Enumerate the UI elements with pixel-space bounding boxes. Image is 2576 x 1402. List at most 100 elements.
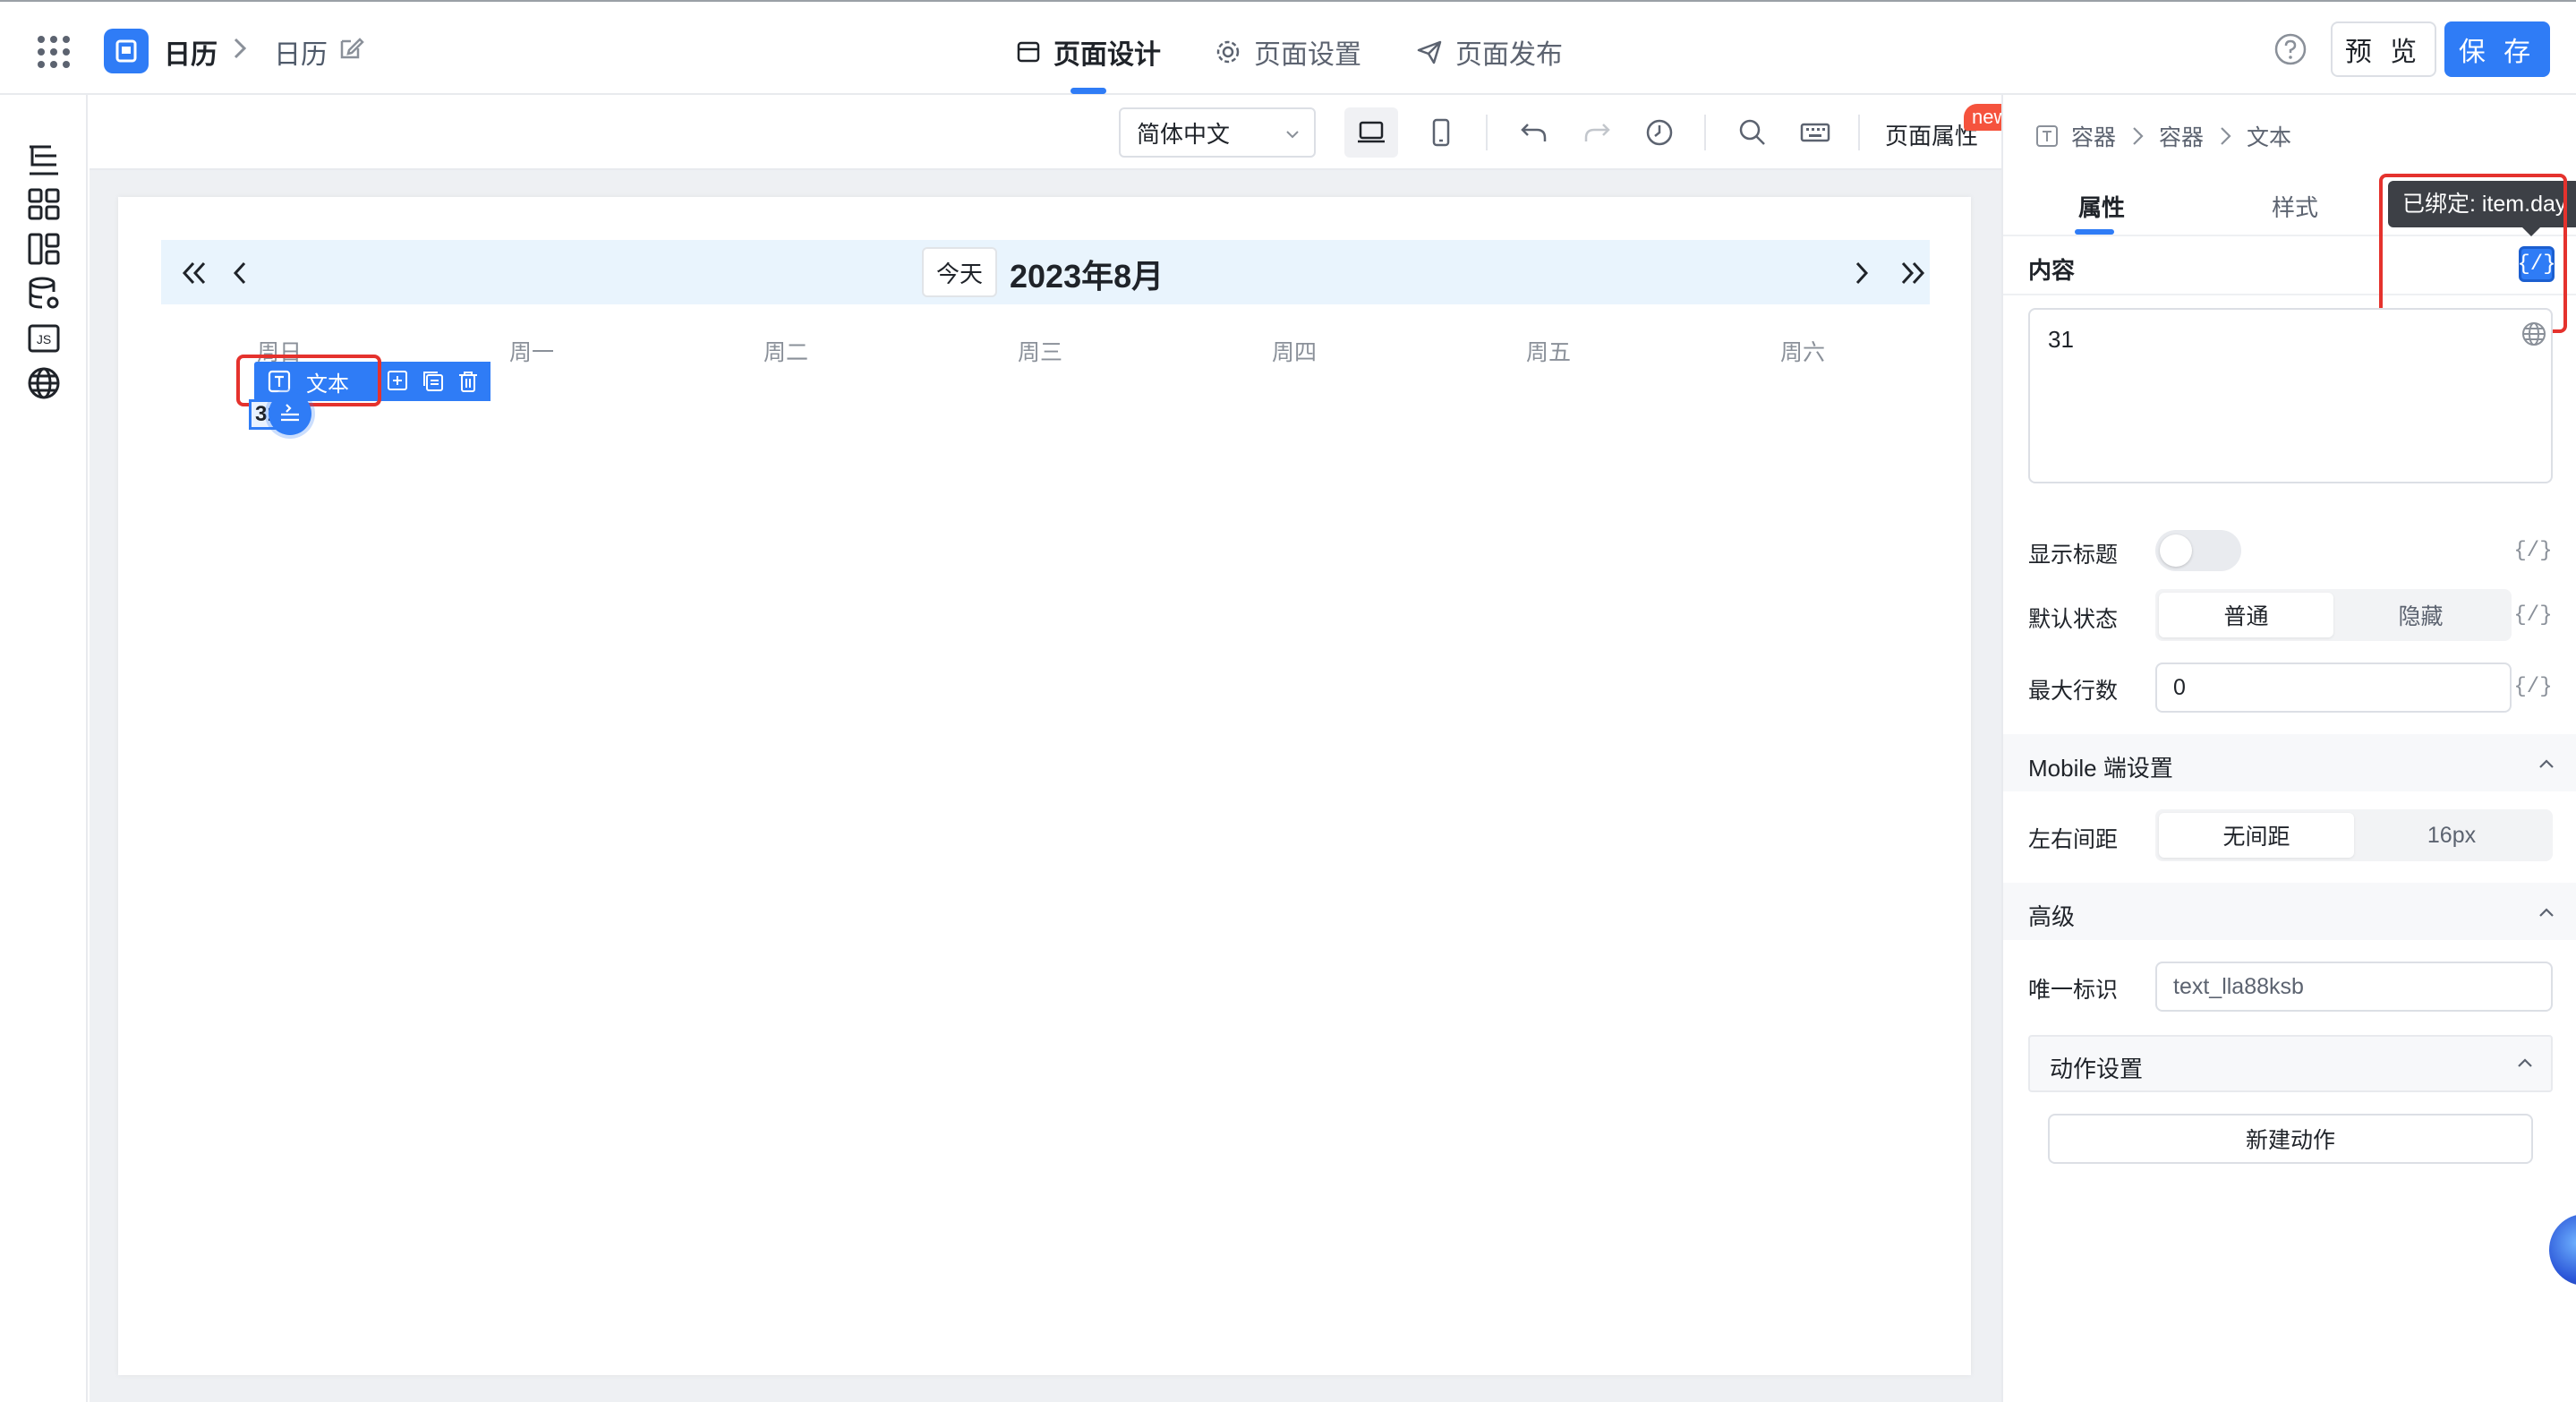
drag-handle-icon[interactable] bbox=[269, 392, 311, 435]
advanced-section-header[interactable]: 高级 bbox=[2003, 883, 2576, 940]
new-action-button[interactable]: 新建动作 bbox=[2048, 1114, 2533, 1164]
unique-id-input[interactable] bbox=[2155, 962, 2553, 1012]
padding-option-16px[interactable]: 16px bbox=[2354, 813, 2549, 858]
next-month-icon[interactable] bbox=[1853, 260, 1871, 286]
copy-component-icon[interactable] bbox=[419, 367, 448, 396]
redo-icon[interactable] bbox=[1570, 107, 1624, 158]
properties-panel: 容器 容器 文本 属性 样式 已绑定: item.day 内容 {/} 31 显… bbox=[2001, 95, 2576, 1402]
send-icon bbox=[1417, 40, 1442, 64]
chevron-up-icon[interactable] bbox=[2515, 1053, 2535, 1073]
tab-page-design[interactable]: 页面设计 bbox=[1016, 32, 1161, 72]
ai-assistant-icon[interactable] bbox=[2549, 1214, 2576, 1286]
chevron-right-icon bbox=[2221, 127, 2231, 145]
breadcrumb-item[interactable]: 容器 bbox=[2159, 120, 2204, 152]
unique-id-label: 唯一标识 bbox=[2028, 978, 2119, 1003]
javascript-icon[interactable]: JS bbox=[24, 319, 64, 358]
history-clock-icon[interactable] bbox=[1633, 107, 1686, 158]
language-select-value: 简体中文 bbox=[1137, 120, 1231, 148]
binding-tooltip: 已绑定: item.day bbox=[2388, 181, 2576, 236]
today-button[interactable]: 今天 bbox=[922, 247, 997, 297]
desktop-view-icon[interactable] bbox=[1344, 107, 1398, 158]
chevron-up-icon[interactable] bbox=[2537, 754, 2556, 774]
weekday-header: 周二 bbox=[763, 340, 808, 365]
weekday-header: 周六 bbox=[1779, 340, 1825, 365]
max-lines-label: 最大行数 bbox=[2028, 679, 2119, 704]
toolbar-divider bbox=[1704, 115, 1706, 150]
tab-page-settings[interactable]: 页面设置 bbox=[1215, 32, 1361, 72]
next-year-icon[interactable] bbox=[1898, 260, 1928, 286]
help-icon[interactable] bbox=[2273, 32, 2307, 66]
tab-properties[interactable]: 属性 bbox=[2078, 190, 2125, 223]
design-canvas[interactable]: 今天 2023年8月 周日 周一 周二 周三 周四 周五 周六 文本 31 bbox=[118, 197, 1971, 1375]
calendar-header: 今天 2023年8月 bbox=[161, 240, 1930, 304]
show-title-bind-button[interactable]: {/} bbox=[2513, 533, 2552, 568]
active-tab-indicator bbox=[2075, 229, 2114, 235]
tab-page-publish[interactable]: 页面发布 bbox=[1416, 32, 1563, 72]
search-icon[interactable] bbox=[1726, 107, 1779, 158]
page-layout-icon bbox=[1017, 41, 1040, 63]
keyboard-icon[interactable] bbox=[1788, 107, 1842, 158]
calendar-month-title: 2023年8月 bbox=[1010, 258, 1164, 295]
mobile-section-header[interactable]: Mobile 端设置 bbox=[2003, 734, 2576, 791]
prev-year-icon[interactable] bbox=[179, 260, 209, 286]
content-bind-button[interactable]: {/} bbox=[2517, 246, 2556, 282]
default-state-bind-button[interactable]: {/} bbox=[2513, 597, 2552, 633]
top-header: 日历 日历 页面设计 页面设置 页面发布 预 览 保 存 bbox=[0, 0, 2576, 95]
chevron-down-icon bbox=[1284, 125, 1301, 143]
canvas-toolbar: 简体中文 页面属性 new bbox=[90, 95, 2017, 170]
text-component-icon bbox=[268, 370, 291, 393]
show-title-label: 显示标题 bbox=[2028, 543, 2119, 568]
default-state-label: 默认状态 bbox=[2028, 607, 2119, 632]
content-section-title: 内容 bbox=[2028, 257, 2076, 284]
mobile-padding-segmented: 无间距 16px bbox=[2155, 809, 2553, 861]
breadcrumb-item[interactable]: 容器 bbox=[2071, 120, 2116, 152]
breadcrumb-app-name[interactable]: 日历 bbox=[164, 32, 218, 72]
component-action-bar bbox=[376, 362, 490, 401]
content-text-area[interactable]: 31 bbox=[2028, 308, 2553, 483]
app-grid-icon[interactable] bbox=[36, 34, 72, 70]
chevron-up-icon[interactable] bbox=[2537, 902, 2556, 922]
breadcrumb-item[interactable]: 文本 bbox=[2247, 120, 2291, 152]
outline-tree-icon[interactable] bbox=[24, 140, 64, 179]
max-lines-bind-button[interactable]: {/} bbox=[2513, 669, 2552, 705]
tab-page-settings-label: 页面设置 bbox=[1254, 40, 1361, 70]
weekday-header: 周三 bbox=[1017, 340, 1062, 365]
toolbar-divider bbox=[1858, 115, 1860, 150]
mobile-section-title: Mobile 端设置 bbox=[2028, 755, 2173, 782]
padding-label: 左右间距 bbox=[2028, 827, 2119, 852]
advanced-section-title: 高级 bbox=[2028, 903, 2076, 930]
globe-icon[interactable] bbox=[24, 363, 64, 403]
i18n-globe-icon[interactable] bbox=[2521, 321, 2547, 347]
state-option-hidden[interactable]: 隐藏 bbox=[2333, 593, 2508, 637]
state-option-normal[interactable]: 普通 bbox=[2159, 593, 2333, 637]
padding-option-none[interactable]: 无间距 bbox=[2159, 813, 2354, 858]
selected-component-label[interactable]: 文本 bbox=[254, 362, 380, 401]
data-source-icon[interactable] bbox=[24, 274, 64, 313]
delete-component-icon[interactable] bbox=[454, 367, 482, 396]
actions-section-title: 动作设置 bbox=[2050, 1056, 2144, 1082]
breadcrumb-page-name: 日历 bbox=[274, 40, 328, 70]
toolbar-divider bbox=[1486, 115, 1488, 150]
prev-month-icon[interactable] bbox=[231, 260, 249, 286]
language-select[interactable]: 简体中文 bbox=[1119, 107, 1316, 158]
content-section-header: 内容 bbox=[2003, 236, 2576, 295]
show-title-toggle[interactable] bbox=[2155, 530, 2241, 571]
tab-page-publish-label: 页面发布 bbox=[1455, 40, 1563, 70]
layout-template-icon[interactable] bbox=[24, 229, 64, 269]
tab-styles[interactable]: 样式 bbox=[2272, 190, 2318, 223]
undo-icon[interactable] bbox=[1507, 107, 1561, 158]
component-breadcrumb: 容器 容器 文本 bbox=[2035, 120, 2291, 152]
components-grid-icon[interactable] bbox=[24, 184, 64, 224]
chevron-right-icon bbox=[231, 36, 249, 61]
edit-icon[interactable] bbox=[338, 34, 365, 61]
mobile-view-icon[interactable] bbox=[1414, 107, 1468, 158]
weekday-header: 周一 bbox=[508, 340, 554, 365]
save-button[interactable]: 保 存 bbox=[2444, 21, 2550, 77]
selected-component-name: 文本 bbox=[306, 372, 349, 397]
actions-section-header[interactable]: 动作设置 bbox=[2028, 1035, 2553, 1092]
preview-button[interactable]: 预 览 bbox=[2331, 21, 2436, 77]
max-lines-input[interactable] bbox=[2155, 663, 2512, 713]
insert-component-icon[interactable] bbox=[384, 367, 413, 396]
left-sidebar: JS bbox=[0, 95, 88, 1402]
tab-page-design-label: 页面设计 bbox=[1053, 40, 1161, 70]
